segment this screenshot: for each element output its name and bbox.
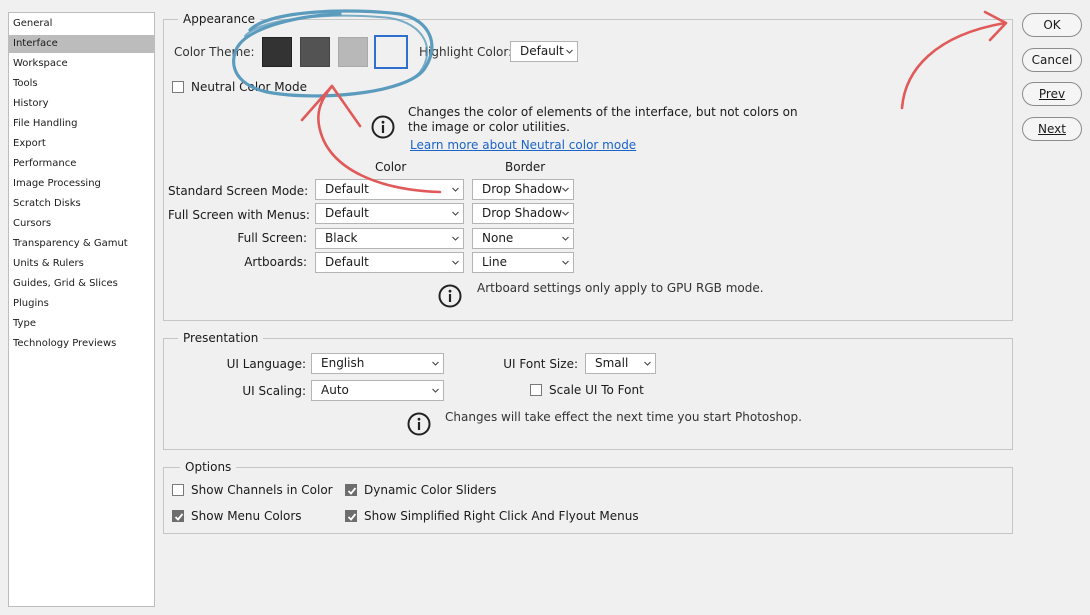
sidebar-item-cursors[interactable]: Cursors	[9, 215, 154, 233]
full-screen-label: Full Screen:	[237, 231, 307, 245]
scale-ui-to-font-label[interactable]: Scale UI To Font	[549, 383, 644, 397]
full-screen-menus-border-select[interactable]: Drop Shadow	[472, 203, 574, 224]
artboards-border-select[interactable]: Line	[472, 252, 574, 273]
sidebar-item-export[interactable]: Export	[9, 135, 154, 153]
chevron-down-icon	[452, 211, 459, 216]
sidebar-item-performance[interactable]: Performance	[9, 155, 154, 173]
ui-font-size-label: UI Font Size:	[503, 357, 578, 371]
chevron-down-icon	[452, 187, 459, 192]
standard-screen-color-value: Default	[325, 182, 369, 196]
sidebar-item-units-rulers[interactable]: Units & Rulers	[9, 255, 154, 273]
highlight-color-value: Default	[520, 44, 564, 58]
dynamic-color-sliders-checkbox[interactable]	[345, 484, 357, 496]
highlight-color-label: Highlight Color:	[419, 45, 513, 59]
sidebar-item-history[interactable]: History	[9, 95, 154, 113]
sidebar-item-image-processing[interactable]: Image Processing	[9, 175, 154, 193]
checkmark-icon	[347, 487, 357, 495]
scale-ui-to-font-checkbox[interactable]	[530, 384, 542, 396]
chevron-down-icon	[432, 361, 439, 366]
sidebar-item-plugins[interactable]: Plugins	[9, 295, 154, 313]
full-screen-menus-label: Full Screen with Menus:	[168, 208, 310, 222]
full-screen-color-value: Black	[325, 231, 358, 245]
chevron-down-icon	[562, 260, 569, 265]
standard-screen-border-select[interactable]: Drop Shadow	[472, 179, 574, 200]
highlight-color-select[interactable]: Default	[510, 41, 578, 62]
theme-swatch-light[interactable]	[374, 35, 408, 69]
ok-button[interactable]: OK	[1022, 13, 1082, 37]
ui-font-size-select[interactable]: Small	[585, 353, 656, 374]
show-menu-colors-label[interactable]: Show Menu Colors	[191, 509, 302, 523]
full-screen-color-select[interactable]: Black	[315, 228, 464, 249]
neutral-learn-more-link[interactable]: Learn more about Neutral color mode	[410, 138, 636, 152]
show-simplified-menus-checkbox[interactable]	[345, 510, 357, 522]
full-screen-menus-color-select[interactable]: Default	[315, 203, 464, 224]
sidebar-item-type[interactable]: Type	[9, 315, 154, 333]
sidebar-item-guides-grid-slices[interactable]: Guides, Grid & Slices	[9, 275, 154, 293]
info-icon	[371, 115, 395, 139]
artboard-info-text: Artboard settings only apply to GPU RGB …	[477, 281, 764, 295]
next-button[interactable]: Next	[1022, 117, 1082, 141]
info-icon	[407, 412, 431, 436]
neutral-color-mode-label[interactable]: Neutral Color Mode	[191, 80, 307, 94]
ui-language-label: UI Language:	[226, 357, 306, 371]
chevron-down-icon	[432, 388, 439, 393]
sidebar-item-general[interactable]: General	[9, 15, 154, 33]
ui-font-size-value: Small	[595, 356, 629, 370]
chevron-down-icon	[562, 236, 569, 241]
show-simplified-menus-label[interactable]: Show Simplified Right Click And Flyout M…	[364, 509, 639, 523]
theme-swatch-dark[interactable]	[300, 37, 330, 67]
show-menu-colors-checkbox[interactable]	[172, 510, 184, 522]
options-group	[163, 467, 1013, 534]
color-theme-label: Color Theme:	[174, 45, 255, 59]
theme-swatch-medium[interactable]	[338, 37, 368, 67]
chevron-down-icon	[566, 49, 573, 54]
presentation-legend: Presentation	[178, 331, 264, 345]
info-icon	[438, 284, 462, 308]
sidebar-item-technology-previews[interactable]: Technology Previews	[9, 335, 154, 353]
standard-screen-color-select[interactable]: Default	[315, 179, 464, 200]
standard-screen-border-value: Drop Shadow	[482, 182, 563, 196]
standard-screen-mode-label: Standard Screen Mode:	[168, 184, 309, 198]
sidebar-item-transparency-gamut[interactable]: Transparency & Gamut	[9, 235, 154, 253]
chevron-down-icon	[452, 236, 459, 241]
theme-swatch-darkest[interactable]	[262, 37, 292, 67]
neutral-info-text: Changes the color of elements of the int…	[408, 105, 798, 134]
ui-scaling-label: UI Scaling:	[242, 384, 306, 398]
artboards-border-value: Line	[482, 255, 508, 269]
preferences-sidebar: General Interface Workspace Tools Histor…	[8, 12, 155, 607]
full-screen-menus-border-value: Drop Shadow	[482, 206, 563, 220]
sidebar-item-tools[interactable]: Tools	[9, 75, 154, 93]
presentation-info-text: Changes will take effect the next time y…	[445, 410, 802, 424]
chevron-down-icon	[562, 211, 569, 216]
border-column-header: Border	[505, 160, 546, 174]
sidebar-item-file-handling[interactable]: File Handling	[9, 115, 154, 133]
show-channels-in-color-label[interactable]: Show Channels in Color	[191, 483, 333, 497]
show-channels-in-color-checkbox[interactable]	[172, 484, 184, 496]
artboards-label: Artboards:	[244, 255, 307, 269]
artboards-color-select[interactable]: Default	[315, 252, 464, 273]
color-column-header: Color	[375, 160, 407, 174]
chevron-down-icon	[562, 187, 569, 192]
chevron-down-icon	[644, 361, 651, 366]
ui-language-value: English	[321, 356, 365, 370]
cancel-button[interactable]: Cancel	[1022, 48, 1082, 72]
checkmark-icon	[347, 513, 357, 521]
chevron-down-icon	[452, 260, 459, 265]
dynamic-color-sliders-label[interactable]: Dynamic Color Sliders	[364, 483, 496, 497]
full-screen-border-select[interactable]: None	[472, 228, 574, 249]
sidebar-item-scratch-disks[interactable]: Scratch Disks	[9, 195, 154, 213]
sidebar-item-workspace[interactable]: Workspace	[9, 55, 154, 73]
ui-language-select[interactable]: English	[311, 353, 444, 374]
appearance-legend: Appearance	[178, 12, 261, 26]
prev-button[interactable]: Prev	[1022, 82, 1082, 106]
options-legend: Options	[180, 460, 237, 474]
full-screen-border-value: None	[482, 231, 514, 245]
artboards-color-value: Default	[325, 255, 369, 269]
ui-scaling-select[interactable]: Auto	[311, 380, 444, 401]
full-screen-menus-color-value: Default	[325, 206, 369, 220]
sidebar-item-interface[interactable]: Interface	[9, 35, 154, 53]
checkmark-icon	[174, 513, 184, 521]
neutral-color-mode-checkbox[interactable]	[172, 81, 184, 93]
ui-scaling-value: Auto	[321, 383, 349, 397]
